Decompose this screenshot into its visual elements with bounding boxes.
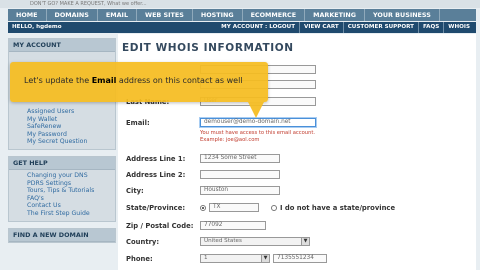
sidebar-item-first-step-guide[interactable]: The First Step Guide	[27, 210, 115, 218]
tooltip-bold: Email	[91, 76, 117, 85]
country-value: United States	[204, 238, 242, 244]
tutorial-tooltip: Let's update the Email address on this c…	[10, 62, 268, 118]
state-radio[interactable]	[200, 204, 206, 211]
sidebar-item-pdrs-settings[interactable]: PDRS Settings	[27, 180, 115, 188]
address2-label: Address Line 2:	[126, 170, 186, 179]
chevron-down-icon: ▼	[261, 255, 269, 262]
account-bar: HELLO, hgdemo MY ACCOUNT : LOGOUT VIEW C…	[8, 22, 476, 33]
state-label: State/Province:	[126, 203, 186, 212]
greeting: HELLO, hgdemo	[12, 24, 62, 30]
country-label: Country:	[126, 237, 160, 246]
view-cart-link[interactable]: VIEW CART	[299, 22, 343, 33]
zip-label: Zip / Postal Code:	[126, 221, 194, 230]
address2-input[interactable]	[200, 170, 280, 179]
email-field[interactable]: demouser@demo-domain.net	[200, 118, 316, 127]
state-input[interactable]: TX	[209, 203, 259, 212]
country-select[interactable]: United States ▼	[200, 237, 310, 246]
nav-web-sites[interactable]: WEB SITES	[137, 9, 193, 21]
sidebar-item-faqs[interactable]: FAQ's	[27, 195, 115, 203]
country-row: Country: United States ▼	[126, 237, 310, 246]
sidebar-item-assigned-users[interactable]: Assigned Users	[27, 108, 115, 116]
nav-hosting[interactable]: HOSTING	[193, 9, 243, 21]
email-label: Email:	[126, 118, 150, 127]
nav-home[interactable]: HOME	[8, 9, 47, 21]
tooltip-prefix: Let's update the	[24, 76, 92, 85]
sidebar-item-changing-dns[interactable]: Changing your DNS	[27, 172, 115, 180]
tooltip-pointer	[248, 102, 264, 118]
sidebar-item-my-secret-question[interactable]: My Secret Question	[27, 138, 115, 146]
top-strip: DON'T GO? MAKE A REQUEST, What we offer.…	[0, 0, 480, 8]
zip-row: Zip / Postal Code: 77092	[126, 221, 266, 230]
my-account-logout-link[interactable]: MY ACCOUNT : LOGOUT	[217, 22, 299, 33]
find-domain-box: FIND A NEW DOMAIN	[8, 227, 116, 243]
my-account-heading: MY ACCOUNT	[9, 39, 115, 52]
tooltip-text: Let's update the Email address on this c…	[24, 76, 243, 85]
nav-ecommerce[interactable]: ECOMMERCE	[243, 9, 306, 21]
get-help-box: GET HELP Changing your DNS PDRS Settings…	[8, 155, 116, 222]
nav-marketing[interactable]: MARKETING	[305, 9, 365, 21]
sidebar-item-tours-tips[interactable]: Tours, Tips & Tutorials	[27, 187, 115, 195]
nav-email[interactable]: EMAIL	[98, 9, 138, 21]
email-row: Email: demouser@demo-domain.net	[126, 118, 316, 127]
sidebar-item-saferenew[interactable]: SafeRenew	[27, 123, 115, 131]
whois-link[interactable]: WHOIS	[443, 22, 474, 33]
city-row: City: Houston	[126, 186, 280, 195]
state-row: State/Province: TX I do not have a state…	[126, 203, 395, 212]
sidebar-item-my-wallet[interactable]: My Wallet	[27, 116, 115, 124]
address1-row: Address Line 1: 1234 Some Street	[126, 154, 280, 163]
address1-label: Address Line 1:	[126, 154, 186, 163]
address2-row: Address Line 2:	[126, 170, 280, 179]
phone-country-code-select[interactable]: 1 ▼	[200, 254, 270, 263]
city-input[interactable]: Houston	[200, 186, 280, 195]
email-note: You must have access to this email accou…	[200, 130, 316, 136]
chevron-down-icon: ▼	[301, 238, 309, 245]
phone-input[interactable]: 7135551234	[273, 254, 327, 263]
customer-support-link[interactable]: CUSTOMER SUPPORT	[342, 22, 418, 33]
tooltip-suffix: address on this contact as well	[116, 76, 243, 85]
zip-input[interactable]: 77092	[200, 221, 266, 230]
address1-input[interactable]: 1234 Some Street	[200, 154, 280, 163]
get-help-heading: GET HELP	[9, 156, 115, 170]
no-state-label: I do not have a state/province	[280, 203, 396, 212]
faqs-link[interactable]: FAQS	[417, 22, 443, 33]
find-domain-heading: FIND A NEW DOMAIN	[9, 228, 115, 242]
account-links: MY ACCOUNT : LOGOUT VIEW CART CUSTOMER S…	[217, 22, 474, 33]
sidebar-item-my-password[interactable]: My Password	[27, 131, 115, 139]
email-example: Example: joe@aol.com	[200, 137, 260, 143]
page-title: EDIT WHOIS INFORMATION	[122, 42, 294, 54]
phone-country-code: 1	[204, 255, 208, 261]
nav-domains[interactable]: DOMAINS	[47, 9, 98, 21]
no-state-radio[interactable]	[271, 204, 277, 211]
main-nav: HOME DOMAINS EMAIL WEB SITES HOSTING ECO…	[8, 9, 476, 21]
phone-row: Phone: 1 ▼ 7135551234	[126, 254, 327, 263]
nav-your-business[interactable]: YOUR BUSINESS	[365, 9, 440, 21]
city-label: City:	[126, 186, 144, 195]
sidebar-item-contact-us[interactable]: Contact Us	[27, 202, 115, 210]
phone-label: Phone:	[126, 254, 153, 263]
